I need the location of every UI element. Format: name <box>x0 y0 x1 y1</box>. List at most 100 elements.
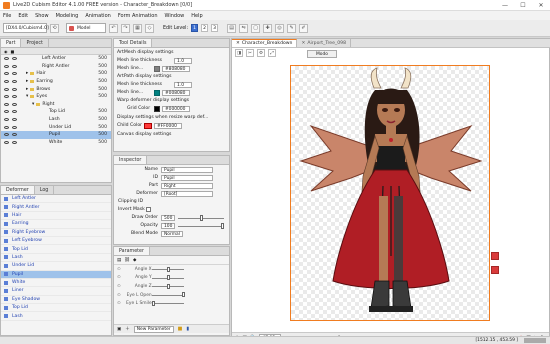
tab-project[interactable]: Project <box>21 39 49 47</box>
expand-arrow-icon[interactable]: ▸ <box>26 71 28 76</box>
eye-icon[interactable] <box>12 102 17 106</box>
eye-icon[interactable] <box>12 64 17 68</box>
eye-icon[interactable] <box>4 95 9 99</box>
param-menu-icon[interactable]: ▤ <box>117 258 121 263</box>
deformer-row[interactable]: Right Antler <box>1 203 111 212</box>
list-item[interactable]: ▸ Brows 500 <box>1 85 111 93</box>
list-item-selected[interactable]: Pupil 500 <box>1 130 111 139</box>
model-canvas-bounds[interactable] <box>290 65 490 321</box>
deformer-row[interactable]: Eye Shadow <box>1 296 111 305</box>
param-group-icon[interactable]: ▣ <box>117 327 121 332</box>
eye-icon[interactable] <box>12 95 17 99</box>
parameter-key-icon[interactable]: ⊙ <box>117 284 121 289</box>
eye-icon[interactable] <box>4 72 9 76</box>
menu-window[interactable]: Window <box>165 13 185 19</box>
list-item[interactable]: ▾ Eyes 500 <box>1 93 111 101</box>
selection-icon[interactable]: ▢ <box>251 23 261 33</box>
eye-icon[interactable] <box>12 72 17 76</box>
collapse-arrow-icon[interactable]: ▾ <box>32 102 34 107</box>
maximize-icon[interactable]: ☐ <box>514 2 532 9</box>
eye-icon[interactable] <box>12 57 17 61</box>
child-color-input[interactable]: #FF0000 <box>154 123 182 129</box>
mesh-color-swatch[interactable] <box>154 66 160 72</box>
mesh-thickness-input[interactable]: 1.0 <box>174 58 192 64</box>
parameter-slider-knob[interactable] <box>167 266 170 272</box>
tab-inspector[interactable]: Inspector <box>114 156 148 164</box>
deformer-row-selected[interactable]: Pupil <box>1 270 111 279</box>
tab-deformer[interactable]: Deformer <box>1 186 35 194</box>
eye-icon[interactable] <box>4 118 9 122</box>
eye-icon[interactable] <box>4 102 9 106</box>
doc-close-icon[interactable]: ✕ <box>301 41 305 46</box>
path-color-swatch[interactable] <box>154 90 160 96</box>
parameter-slider-knob[interactable] <box>167 275 170 281</box>
menu-modeling[interactable]: Modeling <box>56 13 79 19</box>
list-item[interactable]: Lash 500 <box>1 116 111 124</box>
eye-icon[interactable] <box>4 110 9 114</box>
menu-file[interactable]: File <box>3 13 11 19</box>
deformer-row[interactable]: Under Lid <box>1 262 111 271</box>
mesh-color-input[interactable]: #808080 <box>162 66 190 72</box>
menu-help[interactable]: Help <box>191 13 202 19</box>
edit-level-1-button[interactable]: 1 <box>191 24 199 32</box>
eye-icon[interactable] <box>4 140 9 144</box>
list-item[interactable]: Left Antler 500 <box>1 55 111 63</box>
gizmo-delete-icon[interactable] <box>491 252 499 260</box>
eye-icon[interactable] <box>4 80 9 84</box>
deformer-row[interactable]: Top Lid <box>1 304 111 313</box>
menu-show[interactable]: Show <box>35 13 49 19</box>
path-icon[interactable]: ✎ <box>287 23 297 33</box>
undo-icon[interactable]: ↶ <box>109 23 118 33</box>
doc-tab-airport[interactable]: ✕ Airport_Tree_098 <box>297 39 351 47</box>
parameter-slider[interactable] <box>152 294 184 296</box>
expand-arrow-icon[interactable]: ▸ <box>26 87 28 92</box>
parameter-slider[interactable] <box>152 303 184 305</box>
eye-icon[interactable] <box>4 57 9 61</box>
id-input[interactable]: Pupil <box>161 175 213 181</box>
parameter-key-icon[interactable]: ⊙ <box>117 267 121 272</box>
folder-icon[interactable]: ■ <box>178 326 183 332</box>
gizmo-record-icon[interactable] <box>491 266 499 274</box>
parameter-slider-knob[interactable] <box>152 300 155 306</box>
opacity-input[interactable]: 100 <box>161 223 175 229</box>
list-item[interactable]: Under Lid 500 <box>1 123 111 131</box>
menu-form-animation[interactable]: Form Animation <box>118 13 158 19</box>
eye-icon[interactable] <box>12 140 17 144</box>
doc-close-icon[interactable]: ✕ <box>236 41 240 46</box>
glue-icon[interactable]: ◎ <box>275 23 285 33</box>
close-icon[interactable]: ✕ <box>532 2 550 9</box>
eye-icon[interactable] <box>12 80 17 84</box>
redo-icon[interactable]: ↷ <box>121 23 130 33</box>
list-item[interactable]: Top Lid 500 <box>1 108 111 116</box>
parameter-key-icon[interactable]: ⊙ <box>117 275 121 280</box>
parameter-slider-knob[interactable] <box>167 283 170 289</box>
canvas-viewport[interactable] <box>232 59 549 325</box>
opacity-slider[interactable] <box>178 226 224 227</box>
deformer-row[interactable]: Earring <box>1 220 111 229</box>
minimize-icon[interactable]: — <box>496 2 514 9</box>
collapse-arrow-icon[interactable]: ▾ <box>26 94 28 99</box>
parameter-row[interactable]: ⊙ Angle X <box>114 265 229 274</box>
mode-toggle[interactable]: Modo <box>307 50 337 58</box>
deformer-row[interactable]: White <box>1 279 111 288</box>
expand-arrow-icon[interactable]: ▸ <box>26 79 28 84</box>
eye-icon[interactable] <box>12 87 17 91</box>
eye-icon[interactable] <box>4 64 9 68</box>
scissors-icon[interactable]: ✂ <box>246 49 254 57</box>
deformer-row[interactable]: Left Antler <box>1 195 111 204</box>
menu-edit[interactable]: Edit <box>18 13 28 19</box>
deformer-tool-icon[interactable]: ▦ <box>133 23 142 33</box>
mesh-tool-icon[interactable]: ◇ <box>145 23 154 33</box>
doc-tab-character[interactable]: ✕ Character_Breakdown <box>232 39 298 47</box>
draw-order-slider-knob[interactable] <box>200 215 203 221</box>
view-toggle-icon[interactable]: ◨ <box>235 49 243 57</box>
tab-part[interactable]: Part <box>1 39 22 47</box>
deformer-row[interactable]: Liner <box>1 287 111 296</box>
eye-icon[interactable] <box>4 125 9 129</box>
tab-parameter[interactable]: Parameter <box>114 247 150 255</box>
list-item[interactable]: White 500 <box>1 139 111 147</box>
deformer-row[interactable]: Hair <box>1 212 111 221</box>
list-item[interactable]: ▸ Earring 500 <box>1 78 111 86</box>
brush-icon[interactable]: ✐ <box>299 23 309 33</box>
parameter-row[interactable]: ⊙ Angle Y <box>114 274 229 283</box>
